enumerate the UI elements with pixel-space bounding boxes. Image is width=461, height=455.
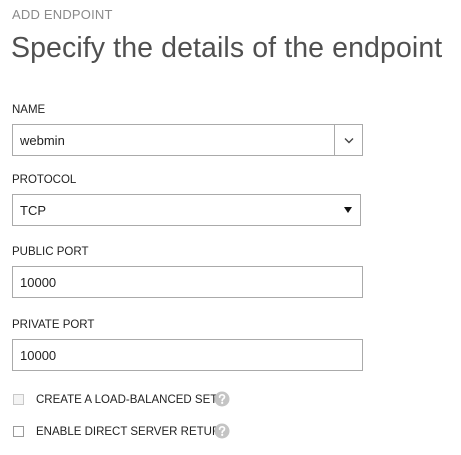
- protocol-select[interactable]: TCP: [12, 194, 361, 226]
- load-balanced-set-label: CREATE A LOAD-BALANCED SET: [36, 394, 218, 406]
- name-value: webmin: [20, 133, 65, 148]
- dialog-subtitle: ADD ENDPOINT: [12, 7, 113, 22]
- protocol-value: TCP: [20, 203, 46, 218]
- help-icon[interactable]: [214, 423, 230, 439]
- protocol-label: PROTOCOL: [12, 174, 77, 186]
- load-balanced-set-row: CREATE A LOAD-BALANCED SET: [12, 391, 242, 410]
- name-dropdown-button[interactable]: [334, 124, 363, 156]
- load-balanced-set-checkbox[interactable]: [13, 394, 24, 405]
- triangle-down-icon: [344, 207, 352, 213]
- public-port-value: 10000: [20, 275, 57, 290]
- direct-server-return-label: ENABLE DIRECT SERVER RETURN: [36, 426, 229, 438]
- public-port-label: PUBLIC PORT: [12, 246, 89, 258]
- private-port-field[interactable]: 10000: [12, 339, 363, 371]
- name-label: NAME: [12, 104, 46, 116]
- direct-server-return-row: ENABLE DIRECT SERVER RETURN: [12, 423, 242, 442]
- private-port-value: 10000: [20, 348, 57, 363]
- page-title: Specify the details of the endpoint: [11, 32, 443, 64]
- name-field[interactable]: webmin: [12, 124, 335, 156]
- private-port-label: PRIVATE PORT: [12, 319, 95, 331]
- public-port-field[interactable]: 10000: [12, 266, 363, 298]
- chevron-down-icon: [344, 138, 354, 144]
- help-icon[interactable]: [214, 391, 230, 407]
- direct-server-return-checkbox[interactable]: [13, 426, 24, 437]
